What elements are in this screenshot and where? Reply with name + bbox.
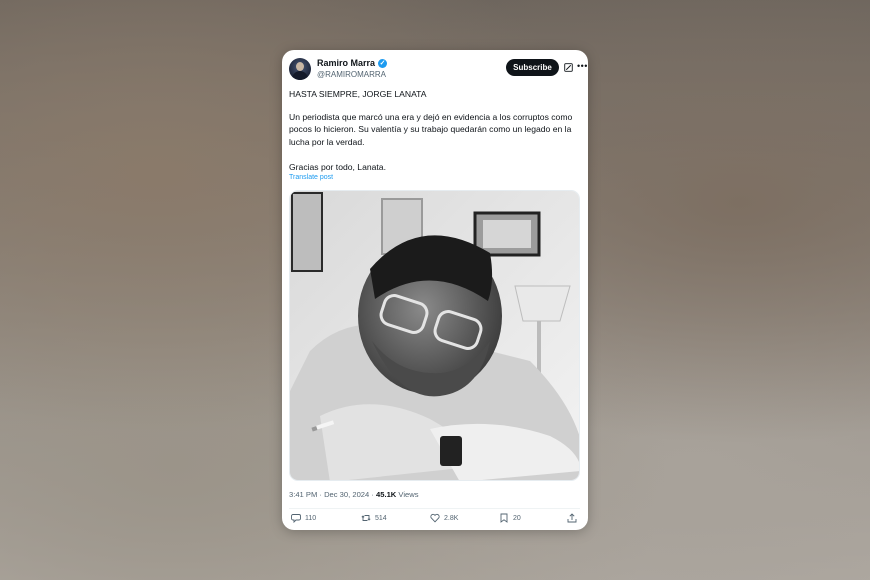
repost-button[interactable]: 514: [361, 513, 387, 523]
tweet-card: Ramiro Marra ✓ @RAMIROMARRA Subscribe ••…: [282, 50, 588, 530]
post-paragraph-2: Un periodista que marcó una era y dejó e…: [289, 112, 573, 147]
reply-button[interactable]: 110: [291, 513, 316, 523]
reply-count: 110: [305, 514, 317, 522]
translate-post-link[interactable]: Translate post: [289, 174, 333, 181]
like-count: 2.8K: [444, 514, 459, 522]
author-name-row[interactable]: Ramiro Marra ✓: [317, 58, 388, 68]
views-count: 45.1K: [376, 490, 397, 499]
like-button[interactable]: 2.8K: [430, 513, 458, 523]
avatar-face: [296, 62, 304, 71]
author-name[interactable]: Ramiro Marra: [317, 58, 375, 68]
repost-count: 514: [375, 514, 387, 522]
reply-icon: [291, 514, 301, 523]
more-icon[interactable]: •••: [577, 61, 588, 71]
post-paragraph-1: HASTA SIEMPRE, JORGE LANATA: [289, 89, 427, 99]
author-handle[interactable]: @RAMIROMARRA: [317, 70, 386, 79]
repost-icon: [361, 515, 371, 521]
share-button[interactable]: [567, 513, 577, 523]
post-photo[interactable]: [289, 190, 580, 481]
post-time[interactable]: 3:41 PM: [289, 490, 317, 499]
post-date[interactable]: Dec 30, 2024: [324, 490, 369, 499]
author-avatar[interactable]: [289, 58, 311, 80]
post-meta: 3:41 PM · Dec 30, 2024 · 45.1K Views: [289, 490, 419, 499]
bookmark-button[interactable]: 20: [499, 513, 521, 523]
actions-divider: [289, 508, 580, 509]
action-bar: 110 514 2.8K 20: [289, 513, 580, 527]
heart-icon: [430, 513, 440, 523]
views-label: Views: [398, 490, 419, 499]
bookmark-count: 20: [513, 514, 521, 522]
avatar-suit: [292, 71, 308, 80]
meta-separator-2: ·: [371, 490, 374, 499]
photo-illustration: [290, 191, 579, 480]
meta-separator-1: ·: [319, 490, 322, 499]
subscribe-button[interactable]: Subscribe: [506, 59, 559, 76]
grok-icon[interactable]: [564, 63, 573, 72]
post-paragraph-3: Gracias por todo, Lanata.: [289, 162, 386, 172]
bookmark-icon: [500, 513, 508, 523]
share-icon: [567, 513, 577, 523]
verified-badge-icon: ✓: [378, 58, 388, 68]
tweet-header: Ramiro Marra ✓ @RAMIROMARRA Subscribe ••…: [289, 57, 587, 83]
